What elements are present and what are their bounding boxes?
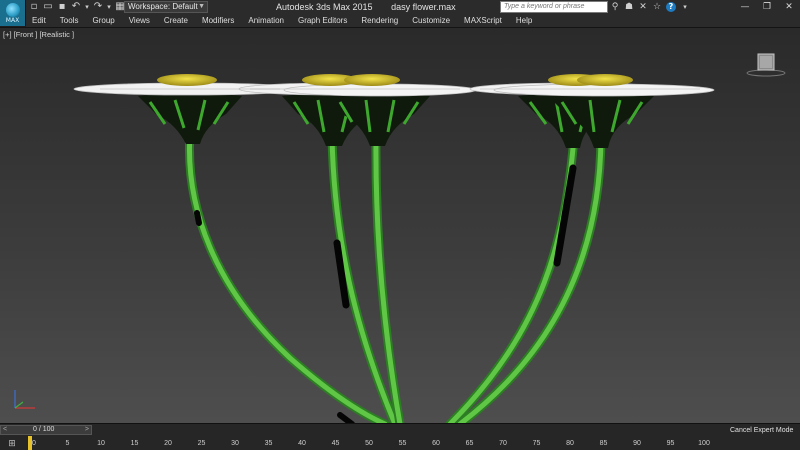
time-slider[interactable]: < 0 / 100 >: [0, 425, 92, 435]
workspace-dropdown[interactable]: Workspace: Default ▼: [124, 1, 208, 13]
menu-bar: Edit Tools Group Views Create Modifiers …: [26, 14, 800, 27]
next-frame-icon[interactable]: >: [85, 425, 89, 435]
timeline-tick-label: 40: [298, 440, 306, 447]
timeline-tick-label: 45: [331, 440, 340, 447]
viewport-label-menu[interactable]: [+] [Front ] [Realistic ]: [3, 30, 74, 39]
timeline-tick-label: 15: [130, 440, 139, 447]
quick-access-toolbar: ▫ ▭ ▪ ↶ ▾ ↷ ▾ ▦ ▾: [28, 1, 134, 13]
timeline-tick-label: 75: [532, 440, 541, 447]
timeline-tick-label: 55: [398, 440, 407, 447]
menu-create[interactable]: Create: [157, 14, 195, 27]
close-icon[interactable]: ✕: [778, 0, 800, 14]
menu-customize[interactable]: Customize: [405, 14, 457, 27]
save-icon[interactable]: ▪: [56, 1, 68, 13]
chevron-down-icon: ▼: [198, 3, 205, 10]
search-binoculars-icon[interactable]: ⚲: [610, 2, 620, 12]
viewcube[interactable]: [746, 48, 786, 88]
frame-counter: 0 / 100: [33, 426, 55, 433]
search-input[interactable]: Type a keyword or phrase: [500, 1, 608, 13]
help-icon[interactable]: ?: [666, 2, 676, 12]
previous-frame-icon[interactable]: <: [3, 425, 7, 435]
timeline-tick-label: 80: [566, 440, 574, 447]
flower-receptacles: [138, 93, 654, 148]
cancel-expert-mode-button[interactable]: Cancel Expert Mode: [730, 427, 793, 434]
timeline-tick-label: 0: [32, 440, 36, 447]
timeline-tick-label: 10: [97, 440, 105, 447]
track-bar[interactable]: 0 5 10 15 20 25 30 35 40 45 50 55 60 65 70 75 80 85 90 95 10…: [28, 437, 728, 450]
exchange-icon[interactable]: ✕: [638, 2, 648, 12]
timeline-tick-label: 60: [432, 440, 440, 447]
window-controls: — ❐ ✕: [734, 0, 800, 14]
timeline-area: < 0 / 100 > ⊞ 0 5 10 15 20 25 30 35 40 45 50 55 60 65…: [0, 423, 800, 450]
mini-curve-editor-icon[interactable]: ⊞: [2, 438, 22, 449]
menu-group[interactable]: Group: [85, 14, 121, 27]
workspace-dropdown-value: Workspace: Default: [128, 2, 198, 11]
receptacle-1: [138, 93, 242, 144]
petal-disc-3: [283, 83, 477, 97]
timeline-tick-label: 70: [499, 440, 507, 447]
flower-stems: [184, 128, 606, 423]
timeline-tick-label: 35: [264, 440, 273, 447]
timeline-tick-label: 65: [465, 440, 474, 447]
file-name: dasy flower.max: [391, 2, 456, 12]
center-3: [344, 74, 400, 86]
new-file-icon[interactable]: ▫: [28, 1, 40, 13]
center-1: [157, 74, 217, 86]
menu-modifiers[interactable]: Modifiers: [195, 14, 241, 27]
timeline-tick-label: 5: [65, 440, 70, 447]
user-signin-icon[interactable]: ☗: [624, 2, 634, 12]
undo-icon[interactable]: ↶: [70, 1, 82, 13]
app-logo-text: MAX: [5, 16, 20, 24]
title-bar: MAX ▫ ▭ ▪ ↶ ▾ ↷ ▾ ▦ ▾ Workspace: Default…: [0, 0, 800, 26]
time-cursor[interactable]: [28, 436, 32, 450]
timeline-tick-label: 50: [365, 440, 373, 447]
timeline-tick-label: 25: [197, 440, 206, 447]
flower-scene: [73, 74, 715, 423]
stem-1: [184, 128, 390, 423]
info-center-toolbar: ⚲ ☗ ✕ ☆ ? ▾: [610, 0, 690, 14]
open-file-icon[interactable]: ▭: [42, 1, 54, 13]
redo-icon[interactable]: ↷: [92, 1, 104, 13]
stem-5: [455, 133, 606, 423]
favorites-star-icon[interactable]: ☆: [652, 2, 662, 12]
timeline-tick-label: 95: [666, 440, 675, 447]
menu-help[interactable]: Help: [509, 14, 539, 27]
timeline-tick-label: 90: [633, 440, 641, 447]
redo-dropdown-icon[interactable]: ▾: [106, 1, 112, 13]
restore-icon[interactable]: ❐: [756, 0, 778, 14]
search-placeholder: Type a keyword or phrase: [504, 3, 585, 10]
menu-maxscript[interactable]: MAXScript: [457, 14, 509, 27]
timeline-tick-label: 20: [164, 440, 172, 447]
menu-graph-editors[interactable]: Graph Editors: [291, 14, 354, 27]
timeline-tick-label: 100: [698, 440, 710, 447]
help-dropdown-icon[interactable]: ▾: [680, 2, 690, 12]
axis-tripod-icon: [14, 390, 35, 409]
undo-dropdown-icon[interactable]: ▾: [84, 1, 90, 13]
menu-views[interactable]: Views: [122, 14, 157, 27]
front-viewport[interactable]: [+] [Front ] [Realistic ]: [0, 27, 800, 423]
application-menu-button[interactable]: MAX: [0, 0, 26, 26]
menu-rendering[interactable]: Rendering: [354, 14, 405, 27]
minimize-icon[interactable]: —: [734, 0, 756, 14]
menu-animation[interactable]: Animation: [241, 14, 291, 27]
timeline-tick-label: 85: [599, 440, 608, 447]
app-logo-icon: [5, 2, 20, 17]
timeline-tick-label: 30: [231, 440, 239, 447]
menu-tools[interactable]: Tools: [53, 14, 86, 27]
menu-edit[interactable]: Edit: [26, 14, 53, 27]
window-title: Autodesk 3ds Max 2015 dasy flower.max: [276, 2, 456, 12]
center-5: [577, 74, 633, 86]
app-title: Autodesk 3ds Max 2015: [276, 2, 373, 12]
